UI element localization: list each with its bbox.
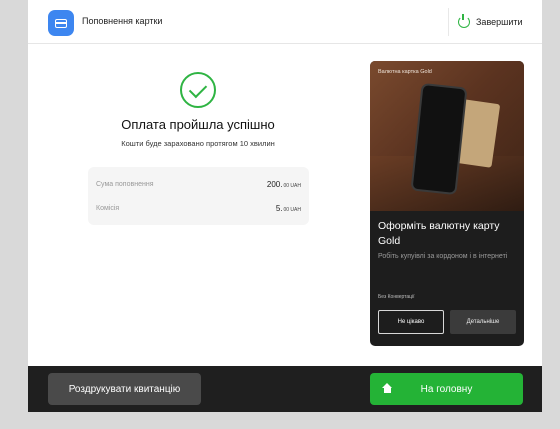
top-bar: Поповнення картки Завершити (28, 0, 542, 44)
not-interested-button[interactable]: Не цікаво (378, 310, 444, 334)
detail-label: Сума поповнення (96, 180, 154, 188)
home-button[interactable]: На головну (370, 373, 523, 405)
detail-value: 5.00 UAH (275, 203, 301, 213)
finish-label: Завершити (476, 17, 523, 27)
promo-note: Без Конвертації (378, 294, 415, 300)
page-title: Поповнення картки (82, 16, 163, 26)
detail-row-amount: Сума поповнення 200.00 UAH (96, 177, 301, 191)
more-details-button[interactable]: Детальніше (450, 310, 516, 334)
detail-label: Комісія (96, 204, 120, 212)
checkmark-icon (180, 72, 216, 108)
card-icon (48, 10, 74, 36)
print-receipt-button[interactable]: Роздрукувати квитанцію (48, 373, 201, 405)
divider (448, 8, 449, 36)
power-icon (458, 14, 470, 28)
payment-details: Сума поповнення 200.00 UAH Комісія 5.00 … (88, 167, 309, 225)
promo-description: Робіть купуівлі за кордоном і в інтернет… (378, 253, 508, 260)
detail-value: 200.00 UAH (266, 179, 301, 189)
promo-card: Валютна картка Gold Оформіть валютну кар… (370, 61, 524, 346)
home-label: На головну (420, 383, 473, 395)
promo-title: Оформіть валютну карту Gold (378, 220, 500, 247)
detail-row-fee: Комісія 5.00 UAH (96, 201, 301, 215)
success-title: Оплата пройшла успішно (121, 117, 275, 132)
app-screen: Поповнення картки Завершити Оплата пройш… (28, 0, 542, 412)
finish-button[interactable]: Завершити (458, 10, 523, 34)
bottom-bar: Роздрукувати квитанцію На головну (28, 366, 542, 412)
success-subtitle: Кошти буде зараховано протягом 10 хвилин (121, 139, 275, 148)
promo-image (370, 61, 524, 211)
promo-tag: Валютна картка Gold (378, 69, 432, 75)
